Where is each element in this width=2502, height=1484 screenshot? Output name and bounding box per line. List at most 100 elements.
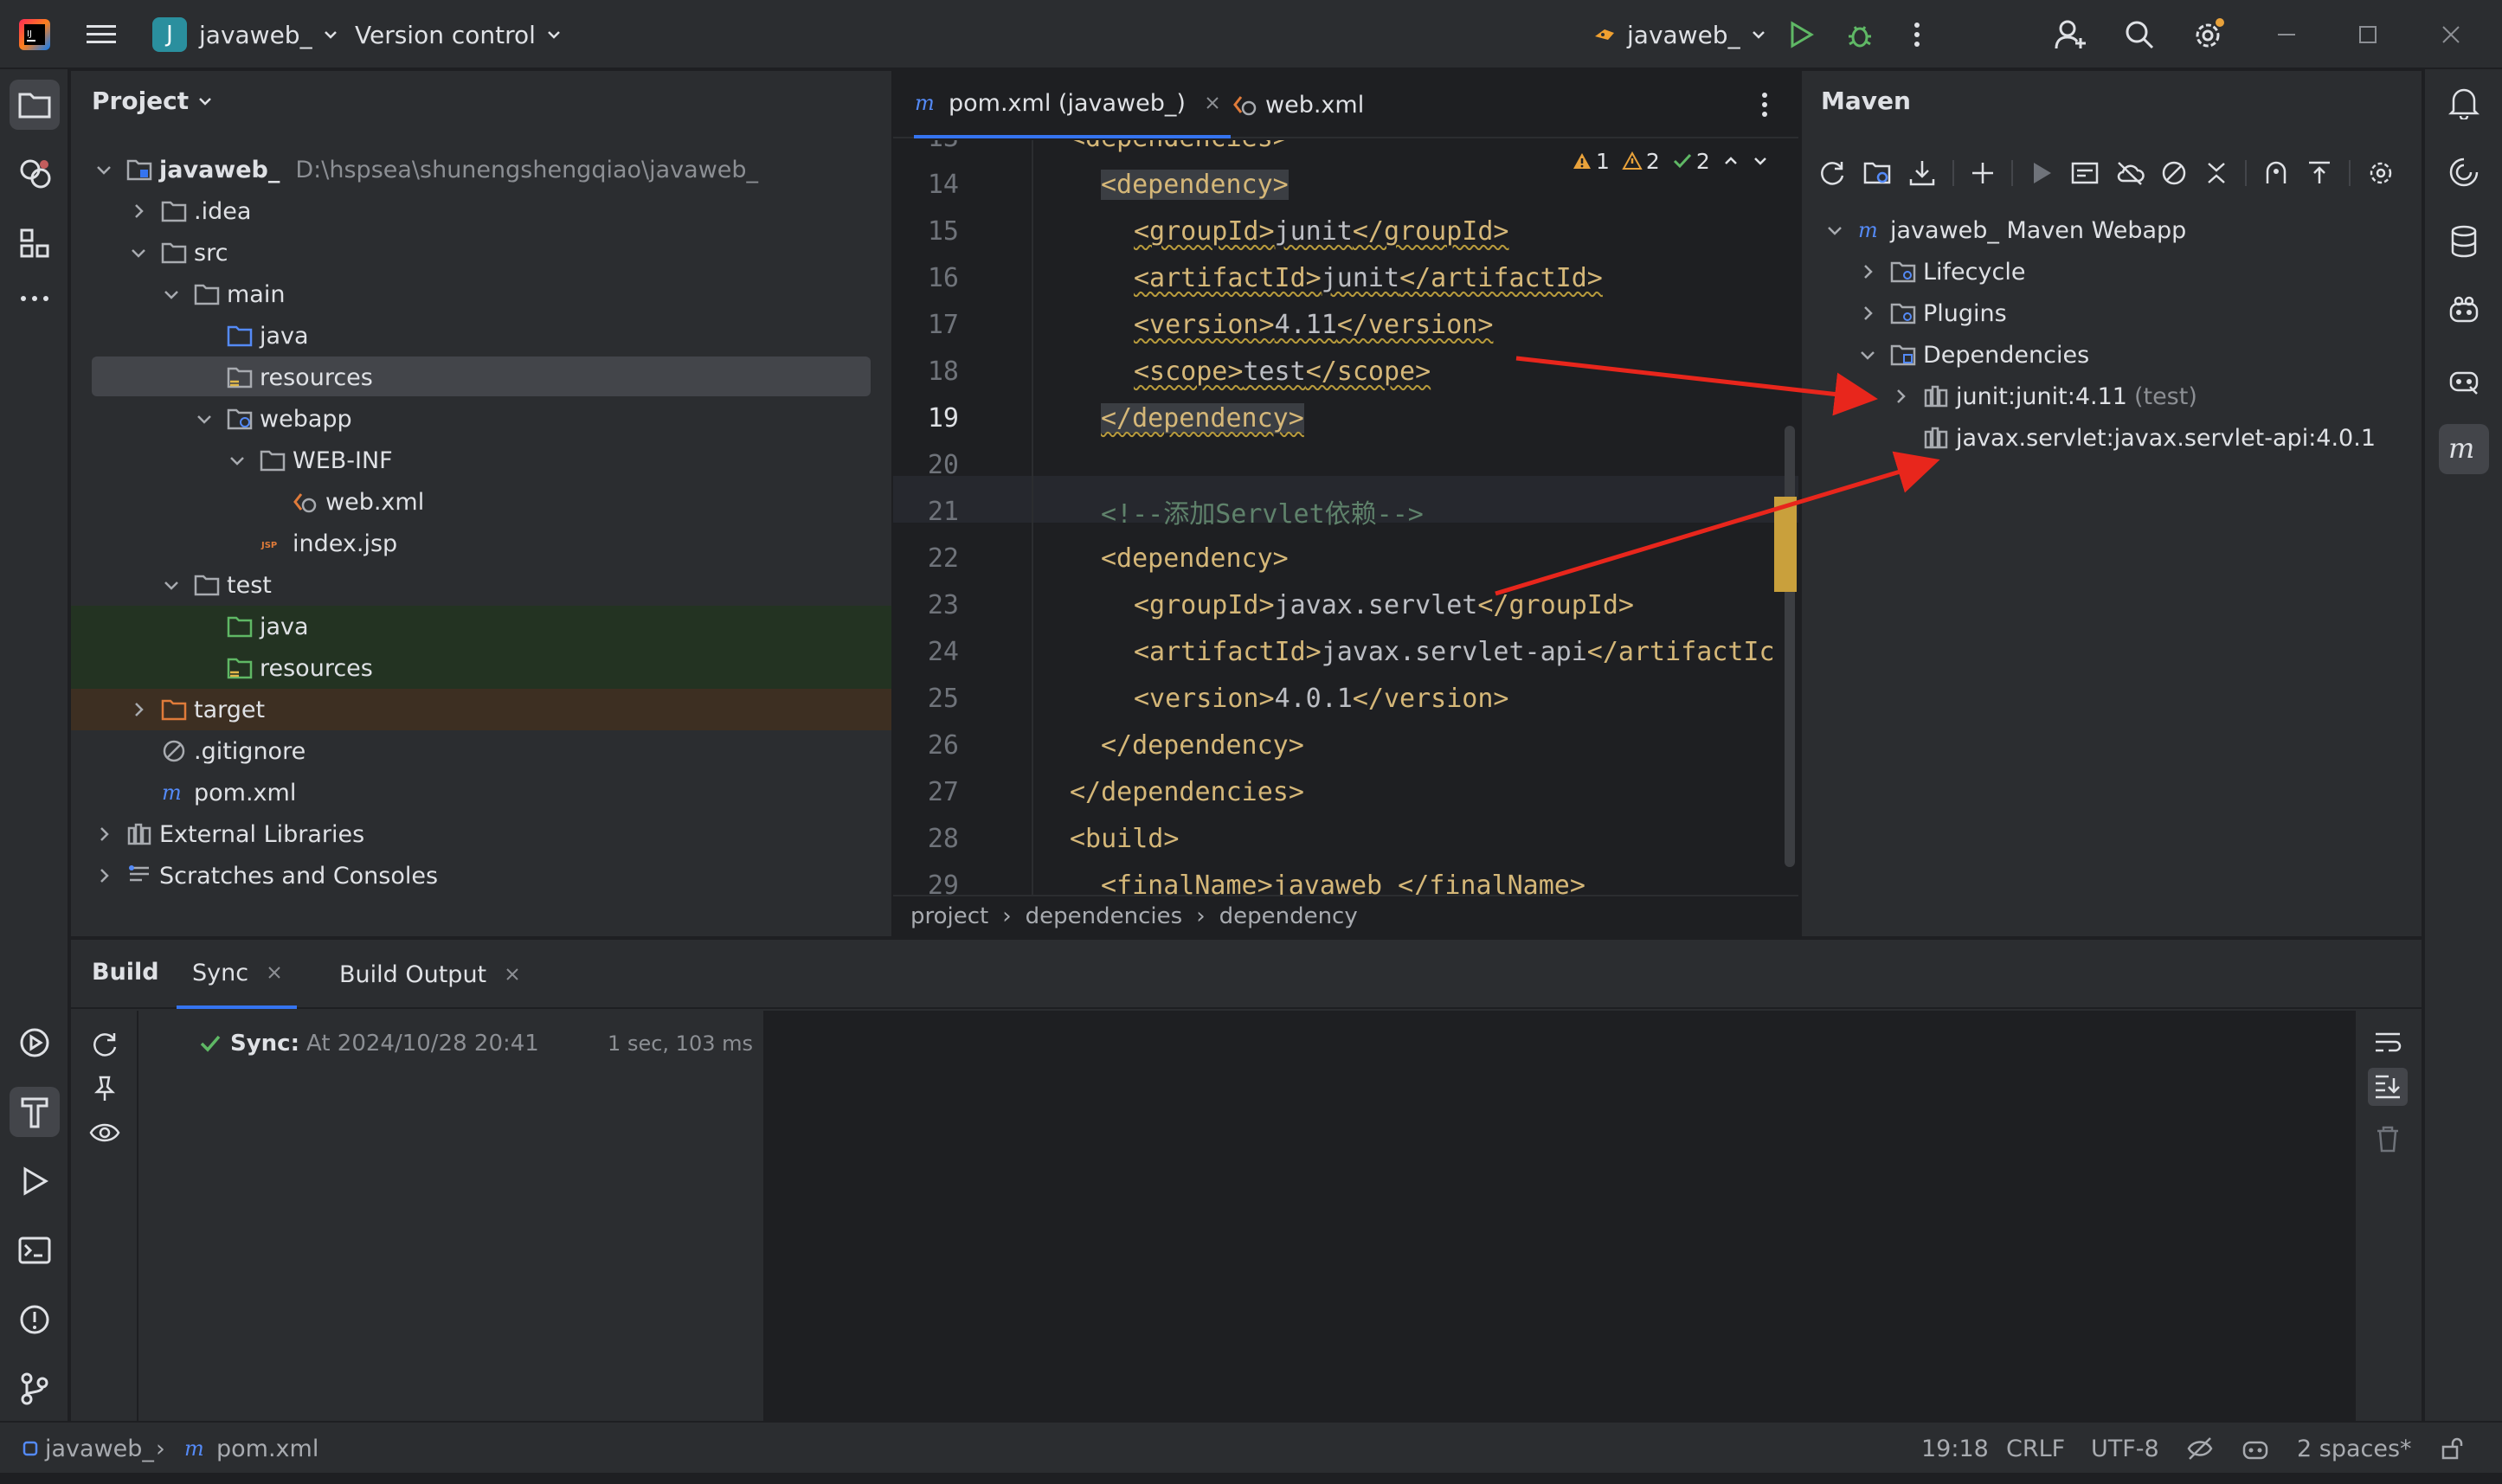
maven-dep-junit[interactable]: junit:junit:4.11 (test) (1802, 376, 2423, 417)
file-encoding[interactable]: UTF-8 (2091, 1423, 2159, 1474)
services-tool-button[interactable] (10, 1018, 60, 1068)
tree-item-scratches[interactable]: Scratches and Consoles (71, 855, 891, 896)
trash-icon[interactable] (2375, 1125, 2401, 1153)
tree-item-main[interactable]: main (71, 273, 891, 315)
tab-build-output[interactable]: Build Output (324, 940, 535, 1009)
tree-item-resources[interactable]: resources (71, 357, 891, 398)
run-icon[interactable] (1788, 0, 1814, 69)
tab-sync[interactable]: Sync (177, 940, 298, 1009)
expand-all-icon[interactable] (2306, 159, 2333, 187)
project-tool-button[interactable] (10, 80, 60, 130)
intellij-logo-icon[interactable]: IJ (19, 0, 50, 69)
build-tool-button[interactable] (10, 1087, 60, 1137)
tree-item-webinf[interactable]: WEB-INF (71, 440, 891, 481)
tree-item-src[interactable]: src (71, 232, 891, 273)
tree-item-java[interactable]: java (71, 315, 891, 357)
copilot-chat-button[interactable] (2439, 355, 2489, 405)
tab-pom-xml[interactable]: m pom.xml (javaweb_) (914, 71, 1231, 138)
execute-goal-icon[interactable] (2070, 160, 2100, 186)
reload-icon[interactable] (1817, 158, 1847, 188)
settings-icon[interactable] (2191, 0, 2226, 69)
maven-tool-button[interactable]: m (2439, 424, 2489, 474)
caret-position[interactable]: 19:18 (1921, 1423, 1989, 1474)
close-tab-icon[interactable] (505, 967, 519, 981)
resync-icon[interactable] (90, 1030, 119, 1059)
terminal-tool-button[interactable] (10, 1225, 60, 1275)
structure-tool-button[interactable] (10, 218, 60, 268)
skip-tests-icon[interactable] (2160, 159, 2188, 187)
read-only-toggle-icon[interactable] (2441, 1423, 2465, 1474)
notifications-button[interactable] (2439, 78, 2489, 128)
run-icon[interactable] (2029, 160, 2055, 186)
maven-lifecycle-item[interactable]: Lifecycle (1802, 251, 2423, 292)
status-breadcrumb-project[interactable]: javaweb_ (23, 1423, 154, 1474)
ai-assistant-button[interactable] (2439, 147, 2489, 197)
maven-root-item[interactable]: m javaweb_ Maven Webapp (1802, 209, 2423, 251)
tabs-more-icon[interactable] (1760, 71, 1769, 138)
soft-wrap-icon[interactable] (2373, 1030, 2402, 1056)
editor-scrollbar[interactable] (1785, 426, 1795, 867)
tree-item-root[interactable]: javaweb_ D:\hspsea\shunengshengqiao\java… (71, 149, 891, 190)
database-button[interactable] (2439, 216, 2489, 267)
learn-tool-button[interactable] (10, 149, 60, 199)
chevron-down-icon[interactable] (1752, 152, 1769, 170)
search-icon[interactable] (2124, 0, 2155, 69)
offline-mode-icon[interactable] (2115, 160, 2145, 186)
code-area[interactable]: 13 <dependencies> 14 <dependency> 15 <gr… (893, 140, 1798, 895)
vcs-selector[interactable]: Version control (355, 0, 563, 69)
project-view-selector[interactable]: Project (92, 87, 215, 115)
maven-plugins-item[interactable]: Plugins (1802, 292, 2423, 334)
status-breadcrumb-file[interactable]: m pom.xml (183, 1423, 318, 1474)
line-separator[interactable]: CRLF (2006, 1423, 2065, 1474)
tree-item-indexjsp[interactable]: JSP index.jsp (71, 523, 891, 564)
build-output-console[interactable] (763, 1011, 2356, 1423)
copilot-status-icon[interactable] (2242, 1423, 2269, 1474)
breadcrumb-item[interactable]: dependency (1219, 903, 1358, 929)
show-dependencies-icon[interactable] (2262, 159, 2290, 187)
tree-item-target[interactable]: target (71, 689, 891, 730)
tree-item-test-java[interactable]: java (71, 606, 891, 647)
run-tool-button[interactable] (10, 1156, 60, 1206)
indent-setting[interactable]: 2 spaces* (2297, 1423, 2412, 1474)
eye-icon[interactable] (88, 1120, 121, 1146)
copilot-button[interactable] (2439, 286, 2489, 336)
sync-result-row[interactable]: Sync: At 2024/10/28 20:41 1 sec, 103 ms (199, 1026, 753, 1061)
problems-tool-button[interactable] (10, 1294, 60, 1345)
tree-item-idea[interactable]: .idea (71, 190, 891, 232)
tree-item-webxml[interactable]: web.xml (71, 481, 891, 523)
pin-icon[interactable] (92, 1075, 118, 1102)
tree-item-external-libraries[interactable]: External Libraries (71, 813, 891, 855)
more-actions-icon[interactable] (1913, 0, 1921, 69)
close-tab-icon[interactable] (267, 966, 281, 980)
git-tool-button[interactable] (10, 1364, 60, 1414)
breadcrumb-item[interactable]: dependencies (1026, 903, 1183, 929)
tree-item-test[interactable]: test (71, 564, 891, 606)
hide-inspections-icon[interactable] (2186, 1423, 2214, 1474)
close-window-button[interactable] (2441, 0, 2461, 69)
main-menu-icon[interactable] (87, 0, 116, 69)
chevron-up-icon[interactable] (1722, 152, 1740, 170)
project-selector[interactable]: J javaweb_ (152, 0, 340, 69)
maximize-button[interactable] (2357, 0, 2378, 69)
collapse-all-icon[interactable] (2203, 160, 2229, 186)
debug-icon[interactable] (1845, 0, 1875, 69)
run-config-selector[interactable]: javaweb_ (1592, 0, 1768, 69)
code-with-me-icon[interactable] (2055, 0, 2087, 69)
maven-dependencies-item[interactable]: Dependencies (1802, 334, 2423, 376)
maven-settings-icon[interactable] (2366, 158, 2396, 188)
maven-dep-servlet[interactable]: javax.servlet:javax.servlet-api:4.0.1 (1802, 417, 2423, 459)
close-tab-icon[interactable] (1205, 95, 1220, 111)
download-icon[interactable] (1907, 158, 1937, 188)
tree-item-gitignore[interactable]: .gitignore (71, 730, 891, 772)
tree-item-pomxml[interactable]: m pom.xml (71, 772, 891, 813)
tree-item-test-resources[interactable]: resources (71, 647, 891, 689)
scroll-to-end-button[interactable] (2368, 1068, 2408, 1106)
more-tools-button[interactable] (10, 273, 60, 324)
tab-web-xml[interactable]: web.xml (1232, 71, 1364, 138)
breadcrumb-item[interactable]: project (910, 903, 988, 929)
inspection-widget[interactable]: 1 2 2 (1566, 144, 1774, 178)
tree-item-webapp[interactable]: webapp (71, 398, 891, 440)
minimize-button[interactable] (2276, 0, 2297, 69)
add-icon[interactable] (1970, 160, 1996, 186)
generate-sources-icon[interactable] (1862, 158, 1892, 188)
